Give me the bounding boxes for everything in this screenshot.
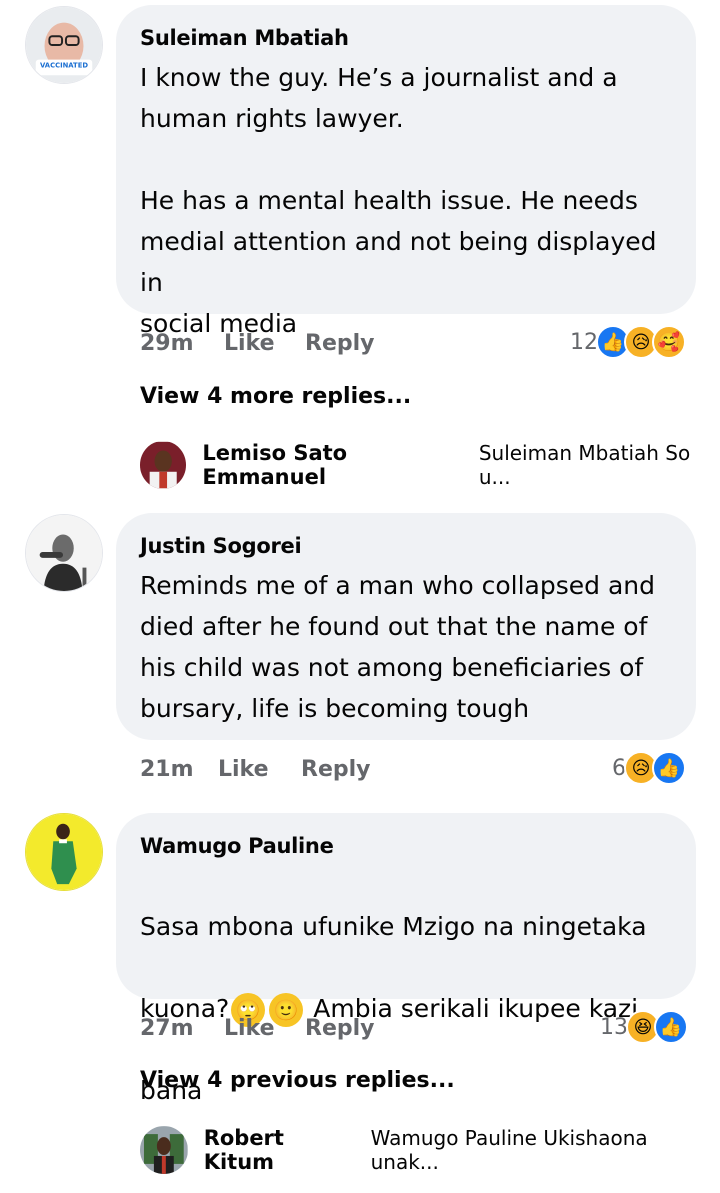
comment-actions: 29m Like Reply <box>140 331 375 356</box>
reaction-summary[interactable]: 13 😆 👍 <box>600 1010 688 1044</box>
reply-button[interactable]: Reply <box>305 331 375 356</box>
avatar-wamugo[interactable] <box>25 813 103 891</box>
reply-preview[interactable]: Lemiso Sato Emmanuel Suleiman Mbatiah So… <box>140 441 720 489</box>
reply-author[interactable]: Robert Kitum <box>204 1126 361 1174</box>
care-icon: 🥰 <box>652 325 686 359</box>
avatar-suleiman[interactable]: VACCINATED <box>25 6 103 84</box>
like-button[interactable]: Like <box>224 1016 305 1041</box>
comment-actions: 21m Like Reply <box>140 757 371 782</box>
avatar-justin[interactable] <box>25 514 103 592</box>
reply-button[interactable]: Reply <box>301 757 371 782</box>
comment-author[interactable]: Suleiman Mbatiah <box>140 25 672 51</box>
comment-time[interactable]: 29m <box>140 331 224 356</box>
view-previous-replies[interactable]: View 4 previous replies... <box>140 1068 455 1093</box>
like-button[interactable]: Like <box>224 331 305 356</box>
comment-author[interactable]: Justin Sogorei <box>140 533 672 559</box>
reaction-count: 13 <box>600 1014 628 1040</box>
reply-button[interactable]: Reply <box>305 1016 375 1041</box>
comment-text: I know the guy. He’s a journalist and a … <box>140 63 657 338</box>
comment-author[interactable]: Wamugo Pauline <box>140 833 672 859</box>
comment-time[interactable]: 27m <box>140 1016 224 1041</box>
comment-actions: 27m Like Reply <box>140 1016 375 1041</box>
avatar-lemiso[interactable] <box>140 441 187 489</box>
svg-text:VACCINATED: VACCINATED <box>40 61 88 69</box>
like-icon: 👍 <box>652 751 686 785</box>
comment-time[interactable]: 21m <box>140 757 218 782</box>
reply-snippet: Wamugo Pauline Ukishaona unak... <box>370 1126 648 1174</box>
comment-text: Reminds me of a man who collapsed and di… <box>140 571 655 723</box>
reply-preview[interactable]: Robert Kitum Wamugo Pauline Ukishaona un… <box>140 1126 720 1174</box>
reaction-count: 12 <box>570 329 598 355</box>
view-more-replies[interactable]: View 4 more replies... <box>140 384 411 409</box>
reply-author[interactable]: Lemiso Sato Emmanuel <box>202 441 468 489</box>
reaction-summary[interactable]: 12 👍 😥 🥰 <box>570 325 686 359</box>
like-icon: 👍 <box>654 1010 688 1044</box>
like-button[interactable]: Like <box>218 757 301 782</box>
comment-bubble: Justin Sogorei Reminds me of a man who c… <box>116 513 696 740</box>
comment-bubble: Wamugo Pauline Sasa mbona ufunike Mzigo … <box>116 813 696 1105</box>
reaction-summary[interactable]: 6 😥 👍 <box>612 751 686 785</box>
comment-bubble: Suleiman Mbatiah I know the guy. He’s a … <box>116 5 696 338</box>
avatar-robert[interactable] <box>140 1126 188 1174</box>
reply-snippet: Suleiman Mbatiah So u... <box>478 441 691 489</box>
